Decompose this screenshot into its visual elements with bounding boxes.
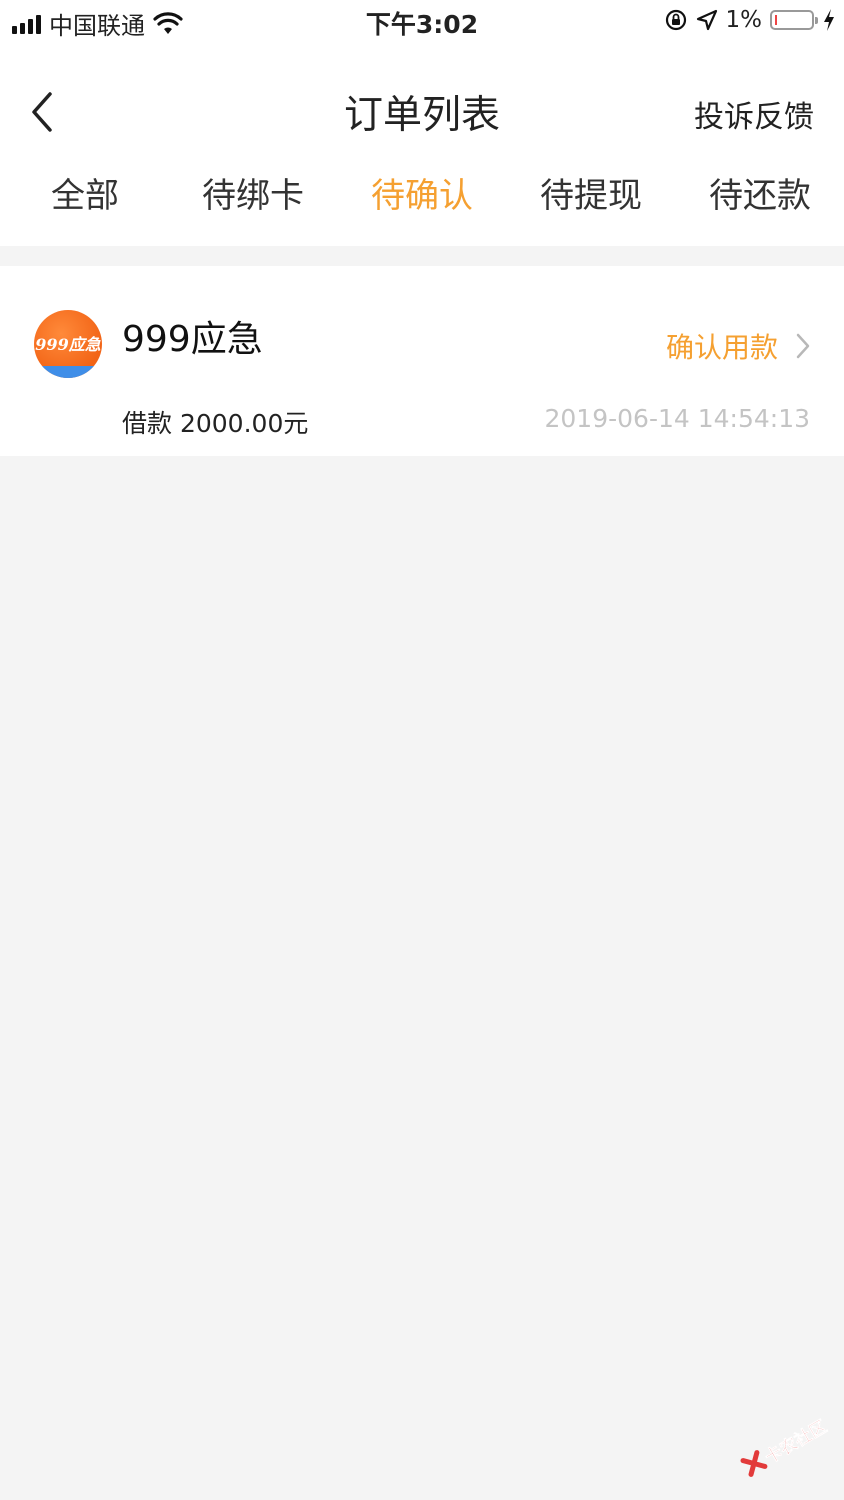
tab-all[interactable]: 全部 xyxy=(0,168,170,217)
status-bar: 中国联通 下午3:02 1% xyxy=(0,0,844,44)
lender-logo-band xyxy=(34,366,102,378)
battery-percent: 1% xyxy=(725,7,763,33)
battery-icon xyxy=(770,10,818,30)
tab-pending-bind-card[interactable]: 待绑卡 xyxy=(168,168,338,217)
feedback-button[interactable]: 投诉反馈 xyxy=(694,92,814,136)
status-right: 1% xyxy=(664,7,837,33)
location-icon xyxy=(696,9,717,31)
tab-pending-repay[interactable]: 待还款 xyxy=(675,168,844,217)
rotation-lock-icon xyxy=(665,9,686,31)
order-card[interactable]: 999应急 999应急 确认用款 借款 2000.00元 2019-06-14 … xyxy=(0,266,844,456)
loan-amount: 借款 2000.00元 xyxy=(122,404,308,440)
community-watermark: 卡农社区 xyxy=(727,1391,844,1500)
confirm-use-button[interactable]: 确认用款 xyxy=(666,326,810,366)
confirm-use-label: 确认用款 xyxy=(665,331,778,364)
watermark-text: 卡农社区 xyxy=(761,1416,831,1468)
nav-bar: 订单列表 投诉反馈 全部 待绑卡 待确认 待提现 待还款 xyxy=(0,44,844,246)
order-timestamp: 2019-06-14 14:54:13 xyxy=(544,404,810,433)
order-status-tabs: 全部 待绑卡 待确认 待提现 待还款 xyxy=(0,168,844,224)
chevron-right-icon xyxy=(796,333,810,359)
loan-label: 借款 xyxy=(122,409,173,438)
lender-logo: 999应急 xyxy=(34,310,102,378)
tab-pending-confirm[interactable]: 待确认 xyxy=(337,168,507,217)
lender-logo-text: 999应急 xyxy=(35,335,101,354)
charging-icon xyxy=(824,9,834,31)
order-lender-name: 999应急 xyxy=(122,319,263,360)
loan-value: 2000.00元 xyxy=(179,409,309,438)
tab-pending-withdraw[interactable]: 待提现 xyxy=(506,168,676,217)
battery-level-fill xyxy=(775,15,777,25)
